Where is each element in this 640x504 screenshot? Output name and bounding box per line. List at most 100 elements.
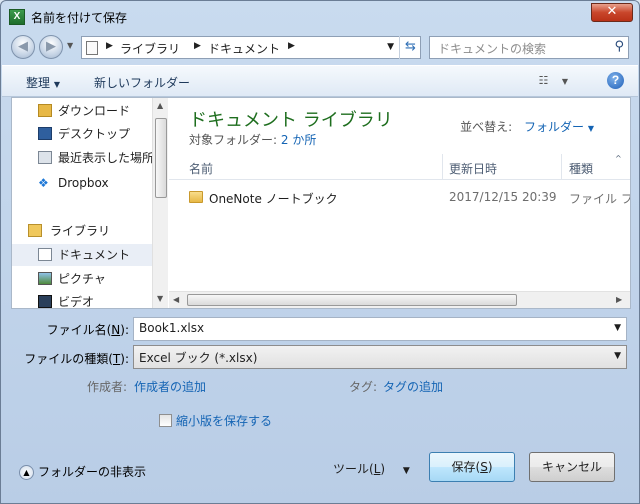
column-type[interactable]: 種類 bbox=[569, 160, 593, 177]
target-folders-label: 対象フォルダー: bbox=[189, 133, 278, 147]
desktop-icon bbox=[38, 127, 52, 140]
window-title: 名前を付けて保存 bbox=[31, 11, 128, 25]
author-add-link[interactable]: 作成者の追加 bbox=[134, 378, 206, 395]
nav-item-libraries[interactable]: ライブラリ bbox=[12, 220, 152, 242]
scrollbar-thumb[interactable] bbox=[155, 118, 167, 198]
sort-value: フォルダー bbox=[524, 120, 585, 134]
forward-arrow-icon: ▶ bbox=[46, 39, 56, 54]
breadcrumb-arrow-icon[interactable]: ▶ bbox=[288, 41, 295, 51]
back-button[interactable]: ◀ bbox=[11, 35, 35, 59]
nav-item-dropbox[interactable]: ❖ Dropbox bbox=[12, 172, 152, 194]
nav-item-documents[interactable]: ドキュメント bbox=[12, 244, 152, 266]
sort-label: 並べ替え: bbox=[460, 120, 513, 134]
chevron-up-icon: ^ bbox=[615, 154, 622, 163]
cancel-button[interactable]: キャンセル bbox=[529, 452, 615, 482]
scroll-left-icon[interactable]: ◀ bbox=[173, 295, 179, 304]
nav-item-recent-places[interactable]: 最近表示した場所 bbox=[12, 147, 152, 169]
filetype-label: ファイルの種類(T): bbox=[24, 352, 129, 366]
tags-label: タグ: bbox=[349, 380, 378, 394]
back-arrow-icon: ◀ bbox=[18, 39, 28, 54]
column-header-row: 名前 更新日時 種類 ^ bbox=[169, 154, 630, 180]
library-title: ドキュメント ライブラリ bbox=[189, 110, 393, 131]
address-dropdown-icon[interactable]: ▼ bbox=[387, 42, 394, 52]
column-modified[interactable]: 更新日時 bbox=[449, 160, 497, 177]
nav-item-label: デスクトップ bbox=[58, 127, 131, 141]
navigation-row: ◀ ▶ ▼ ▶ ライブラリ ▶ ドキュメント ▶ ▼ ⇆ ドキュメントの検索 ⚲ bbox=[1, 31, 639, 63]
save-button[interactable]: 保存(S) bbox=[429, 452, 515, 482]
chevron-down-icon: ▼ bbox=[402, 466, 410, 476]
nav-item-label: ダウンロード bbox=[58, 104, 131, 118]
folder-icon bbox=[189, 191, 203, 203]
close-button[interactable]: ✕ bbox=[591, 3, 633, 22]
breadcrumb-arrow-icon[interactable]: ▶ bbox=[194, 41, 201, 51]
browser-area: ダウンロード デスクトップ 最近表示した場所 ❖ Dropbox ライブラリ ド… bbox=[11, 97, 631, 309]
recent-locations-dropdown[interactable]: ▼ bbox=[67, 41, 73, 50]
scroll-right-icon[interactable]: ▶ bbox=[616, 295, 622, 304]
column-divider[interactable] bbox=[442, 154, 443, 180]
navigation-pane: ダウンロード デスクトップ 最近表示した場所 ❖ Dropbox ライブラリ ド… bbox=[12, 98, 168, 308]
file-type: ファイル フ bbox=[569, 192, 630, 206]
file-modified: 2017/12/15 20:39 bbox=[449, 190, 557, 204]
nav-item-pictures[interactable]: ピクチャ bbox=[12, 268, 152, 290]
title-bar: X 名前を付けて保存 ✕ bbox=[1, 1, 639, 31]
filetype-dropdown-icon[interactable]: ▼ bbox=[614, 351, 621, 361]
search-input[interactable]: ドキュメントの検索 ⚲ bbox=[429, 36, 629, 59]
file-row[interactable]: OneNote ノートブック 2017/12/15 20:39 ファイル フ bbox=[169, 186, 630, 210]
file-name: OneNote ノートブック bbox=[209, 192, 338, 206]
nav-item-label: Dropbox bbox=[58, 176, 109, 190]
sort-dropdown[interactable]: フォルダー ▼ bbox=[524, 120, 594, 134]
save-thumbnail-label[interactable]: 縮小版を保存する bbox=[176, 412, 272, 429]
forward-button[interactable]: ▶ bbox=[39, 35, 63, 59]
recent-places-icon bbox=[38, 151, 52, 164]
tools-menu-button[interactable]: ツール(L) ▼ bbox=[333, 460, 410, 477]
help-icon[interactable]: ? bbox=[607, 72, 624, 89]
chevron-down-icon: ▼ bbox=[561, 77, 568, 86]
organize-menu-button[interactable]: 整理 ▼ bbox=[26, 74, 60, 91]
address-bar[interactable]: ▶ ライブラリ ▶ ドキュメント ▶ ▼ bbox=[81, 36, 421, 59]
filename-dropdown-icon[interactable]: ▼ bbox=[614, 323, 621, 333]
hide-folders-button[interactable]: ▲ フォルダーの非表示 bbox=[19, 463, 146, 480]
filename-value: Book1.xlsx bbox=[139, 321, 205, 335]
nav-item-downloads[interactable]: ダウンロード bbox=[12, 100, 152, 122]
nav-item-videos[interactable]: ビデオ bbox=[12, 291, 152, 308]
scroll-up-icon[interactable]: ▲ bbox=[157, 101, 163, 110]
filetype-value: Excel ブック (*.xlsx) bbox=[139, 351, 258, 365]
chevron-down-icon: ▼ bbox=[53, 80, 60, 89]
tags-add-link[interactable]: タグの追加 bbox=[383, 378, 443, 395]
scroll-down-icon[interactable]: ▼ bbox=[157, 294, 163, 303]
video-icon bbox=[38, 295, 52, 308]
file-list-h-scrollbar[interactable]: ◀ ▶ bbox=[169, 291, 630, 308]
column-divider[interactable] bbox=[561, 154, 562, 180]
nav-item-label: ドキュメント bbox=[58, 248, 131, 262]
chevron-up-icon: ▲ bbox=[19, 465, 34, 480]
breadcrumb-documents[interactable]: ドキュメント bbox=[208, 40, 280, 57]
filename-field[interactable]: Book1.xlsx ▼ bbox=[133, 317, 627, 341]
change-view-button[interactable]: ☷ ▼ bbox=[538, 74, 568, 87]
nav-item-label: ピクチャ bbox=[58, 272, 106, 286]
breadcrumb-libraries[interactable]: ライブラリ bbox=[120, 40, 180, 57]
excel-icon: X bbox=[9, 9, 25, 25]
dropbox-icon: ❖ bbox=[38, 176, 49, 190]
search-icon[interactable]: ⚲ bbox=[614, 39, 624, 54]
target-folders-link[interactable]: 2 か所 bbox=[281, 133, 316, 147]
organize-label: 整理 bbox=[26, 76, 51, 90]
save-thumbnail-checkbox[interactable] bbox=[159, 414, 172, 427]
filetype-select[interactable]: Excel ブック (*.xlsx) ▼ bbox=[133, 345, 627, 369]
breadcrumb-arrow-icon[interactable]: ▶ bbox=[106, 41, 113, 51]
nav-item-label: ライブラリ bbox=[50, 224, 111, 238]
views-icon: ☷ bbox=[538, 74, 549, 87]
scrollbar-thumb[interactable] bbox=[187, 294, 517, 306]
command-toolbar: 整理 ▼ 新しいフォルダー ☷ ▼ ? bbox=[2, 65, 638, 97]
column-name[interactable]: 名前 bbox=[189, 160, 213, 177]
nav-item-desktop[interactable]: デスクトップ bbox=[12, 123, 152, 145]
library-location-icon bbox=[86, 41, 98, 55]
save-as-dialog: X 名前を付けて保存 ✕ ◀ ▶ ▼ ▶ ライブラリ ▶ ドキュメント ▶ ▼ … bbox=[0, 0, 640, 504]
refresh-button[interactable]: ⇆ bbox=[399, 36, 421, 59]
new-folder-button[interactable]: 新しいフォルダー bbox=[94, 74, 190, 91]
nav-item-label: 最近表示した場所 bbox=[58, 151, 152, 165]
target-folders: 対象フォルダー: 2 か所 bbox=[189, 131, 316, 148]
nav-pane-scrollbar[interactable]: ▲ ▼ bbox=[152, 98, 168, 308]
close-icon: ✕ bbox=[606, 4, 618, 19]
picture-icon bbox=[38, 272, 52, 285]
hide-folders-label: フォルダーの非表示 bbox=[38, 465, 147, 479]
